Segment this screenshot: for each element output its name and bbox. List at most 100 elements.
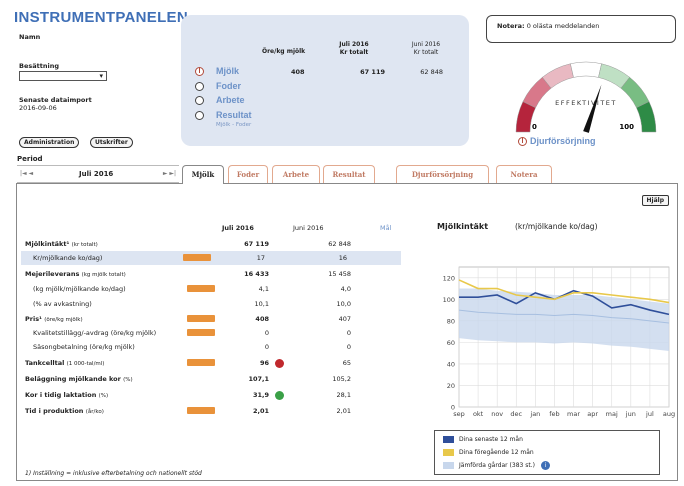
value-june: 105,2 <box>332 375 351 383</box>
value-june: 407 <box>338 315 351 323</box>
chart-ylabel: (kr/mjölkande ko/dag) <box>515 222 598 231</box>
value-june: 16 <box>338 254 347 262</box>
y-tick-label: 80 <box>447 317 455 325</box>
radio-milk[interactable] <box>195 67 204 76</box>
legend-item-1: Dina föregående 12 mån <box>443 448 534 458</box>
x-tick-label: jul <box>645 410 654 418</box>
value-july: 107,1 <box>248 375 269 383</box>
summary-col2-sub: Kr totalt <box>339 49 369 56</box>
owner-select[interactable]: ▾ <box>19 71 107 81</box>
value-july: 2,01 <box>252 407 269 415</box>
value-july: 10,1 <box>254 300 269 308</box>
value-june: 10,0 <box>336 300 351 308</box>
option-result-sub: Mjölk - Foder <box>216 122 252 128</box>
value-june: 28,1 <box>336 391 351 399</box>
row-label: Mejerileverans (kg mjölk totalt) <box>25 270 126 278</box>
import-date: 2016-09-06 <box>19 104 57 112</box>
tab-milk[interactable]: Mjölk <box>182 165 224 184</box>
gauge-segment <box>636 101 657 133</box>
tab-result[interactable]: Resultat <box>323 165 375 183</box>
y-tick-label: 60 <box>447 339 455 347</box>
x-tick-label: apr <box>587 410 598 418</box>
radio-result[interactable] <box>195 111 204 120</box>
tab-feed[interactable]: Foder <box>228 165 268 183</box>
value-july: 4,1 <box>258 285 269 293</box>
row-label: Kr/mjölkande ko/dag) <box>33 254 103 262</box>
x-tick-label: sep <box>453 410 465 418</box>
value-june: 2,01 <box>336 407 351 415</box>
period-selector: |◄ ◄ Juli 2016 ► ►| <box>17 165 179 183</box>
table-row: Kor i tidig laktation (%) 31,9 28,1 <box>25 388 405 402</box>
radio-feed[interactable] <box>195 82 204 91</box>
value-june: 4,0 <box>340 285 351 293</box>
tab-work[interactable]: Arbete <box>272 165 320 183</box>
y-tick-label: 20 <box>447 382 455 390</box>
gauge-segment <box>570 61 602 78</box>
import-label: Senaste dataimport <box>19 96 92 104</box>
value-july: 96 <box>259 359 269 367</box>
status-dot <box>275 359 284 368</box>
row-label: Tid i produktion (år/ko) <box>25 407 104 415</box>
option-work-label[interactable]: Arbete <box>216 95 245 105</box>
y-tick-label: 100 <box>443 296 455 304</box>
option-result-label[interactable]: Resultat <box>216 110 252 120</box>
value-june: 15 458 <box>328 270 351 278</box>
help-button[interactable]: Hjälp <box>641 195 669 206</box>
info-icon[interactable]: i <box>540 461 550 470</box>
chart-title: Mjölkintäkt <box>437 222 489 231</box>
tab-animal-supply[interactable]: Djurförsörjning <box>396 165 489 183</box>
row-label: Mjölkintäkt¹ (kr totalt) <box>25 240 98 248</box>
tab-notes[interactable]: Notera <box>496 165 552 183</box>
admin-button[interactable]: Administration <box>19 137 80 148</box>
x-tick-label: jun <box>625 410 636 418</box>
option-milk-ore: 408 <box>291 68 305 76</box>
print-button[interactable]: Utskrifter <box>90 137 133 148</box>
table-row: Säsongbetalning (öre/kg mjölk) 0 0 <box>25 340 405 354</box>
footnote: 1) Inställning = inklusive efterbetalnin… <box>25 470 202 477</box>
table-row: Beläggning mjölkande kor (%) 107,1 105,2 <box>25 372 405 386</box>
gauge-max: 100 <box>619 123 634 131</box>
value-june: 62 848 <box>328 240 351 248</box>
period-next-button[interactable]: ► ►| <box>163 170 176 177</box>
dashboard: INSTRUMENTPANELEN Namn Besättning ▾ Sena… <box>0 0 684 486</box>
chart-legend: Dina senaste 12 mån Dina föregående 12 m… <box>434 430 660 475</box>
value-july: 67 119 <box>244 240 269 248</box>
chevron-down-icon: ▾ <box>99 72 103 80</box>
table-row: (% av avkastning) 10,1 10,0 <box>25 297 405 311</box>
value-july: 16 433 <box>244 270 269 278</box>
chart: 020406080100120sep okt nov dec jan feb mar apr m… <box>443 266 675 418</box>
name-label: Namn <box>19 33 41 41</box>
table-row: Mjölkintäkt¹ (kr totalt) 67 119 62 848 <box>25 237 405 251</box>
row-label: (% av avkastning) <box>33 300 92 308</box>
gauge-title: EFFEKTIVITET <box>555 99 617 107</box>
table-row: (kg mjölk/mjölkande ko/dag) 4,1 4,0 <box>25 282 405 296</box>
notes-box[interactable]: Notera: 0 olästa meddelanden <box>486 15 676 43</box>
radio-work[interactable] <box>195 96 204 105</box>
notes-text: 0 olästa meddelanden <box>526 22 600 30</box>
period-prev-button[interactable]: |◄ ◄ <box>20 170 33 177</box>
value-june: 0 <box>346 343 351 351</box>
option-milk-june: 62 848 <box>420 68 443 76</box>
table-row: Mejerileverans (kg mjölk totalt) 16 433 15… <box>25 267 405 281</box>
option-milk-label[interactable]: Mjölk <box>216 66 239 76</box>
row-label: Pris¹ (öre/kg mjölk) <box>25 315 83 323</box>
info-icon[interactable] <box>518 137 527 146</box>
x-tick-label: dec <box>510 410 522 418</box>
table-row: Kr/mjölkande ko/dag) 17 16 <box>21 251 401 265</box>
col-july: Juli 2016 <box>222 224 254 232</box>
option-feed-label[interactable]: Foder <box>216 81 241 91</box>
value-june: 65 <box>342 359 351 367</box>
col-goal: Mål <box>380 224 392 232</box>
gauge-min: 0 <box>532 123 537 131</box>
option-milk-july: 67 119 <box>360 68 385 76</box>
x-tick-label: aug <box>663 410 675 418</box>
summary-col1: Öre/kg mjölk <box>262 48 306 55</box>
status-dot <box>275 391 284 400</box>
row-label: Säsongbetalning (öre/kg mjölk) <box>33 343 135 351</box>
y-tick-label: 120 <box>443 274 455 282</box>
table-row: Tankcelltal (1 000-tal/ml) 96 65 <box>25 356 405 370</box>
x-tick-label: okt <box>473 410 484 418</box>
value-july: 31,9 <box>252 391 269 399</box>
value-july: 17 <box>256 254 265 262</box>
gauge-caption[interactable]: Djurförsörjning <box>530 136 596 146</box>
